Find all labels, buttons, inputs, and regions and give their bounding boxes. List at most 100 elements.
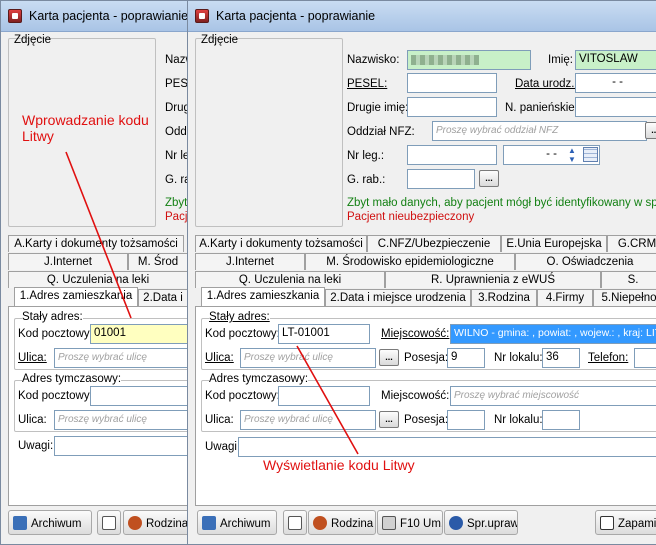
app-icon xyxy=(195,9,209,23)
posesja-tmp-input[interactable] xyxy=(447,410,485,430)
back-titlebar: Karta pacjenta - poprawianie xyxy=(1,1,189,32)
tab-ewus[interactable]: R. Uprawnienia z eWUŚ xyxy=(385,271,601,288)
miejscowosc-label-text: Miejscowość: xyxy=(381,328,450,340)
verify-icon xyxy=(449,516,463,530)
adres-tymczasowy-title: Adres tymczasowy: xyxy=(209,373,309,385)
uwagi-input[interactable] xyxy=(54,436,189,456)
tab-srodowisko[interactable]: M. Środ xyxy=(128,253,188,270)
archive-icon xyxy=(202,516,216,530)
photo-label: Zdjęcie xyxy=(14,34,52,46)
tab-internet[interactable]: J.Internet xyxy=(8,253,128,270)
tab-adres[interactable]: 1.Adres zamieszkania xyxy=(14,287,138,306)
keyboard-icon xyxy=(600,516,614,530)
tab-oswiadczenia[interactable]: O. Oświadczenia xyxy=(515,253,656,270)
warning-message: Zbyt mało danych, aby pacjent mógł być i… xyxy=(347,197,656,209)
oddzial-dropdown-button[interactable]: ... xyxy=(645,122,656,139)
rodzina-button[interactable]: Rodzina xyxy=(123,510,189,535)
g-rab-button[interactable]: ... xyxy=(479,170,499,187)
ulica-tmp-dropdown-button[interactable]: ... xyxy=(379,411,399,428)
tab-data[interactable]: 2.Data i xyxy=(138,289,188,306)
tab-firmy[interactable]: 4.Firmy xyxy=(537,289,593,306)
zapamietaj-button[interactable]: Zapami xyxy=(595,510,656,535)
archiwum-button[interactable]: Archiwum xyxy=(8,510,92,535)
nr-lokalu-tmp-input[interactable] xyxy=(542,410,580,430)
ulica-dropdown-button[interactable]: ... xyxy=(379,349,399,366)
tab-karty[interactable]: A.Karty i dokumenty tożsamości xyxy=(195,235,367,252)
tab-s[interactable]: S. xyxy=(601,271,656,288)
oddzial-label: Oddział NFZ: xyxy=(347,126,415,138)
rodzina-button[interactable]: Rodzina xyxy=(308,510,376,535)
g-rab-input[interactable] xyxy=(407,169,475,189)
ulica-input[interactable]: Proszę wybrać ulicę xyxy=(240,348,376,368)
oddzial-select[interactable]: Proszę wybrać oddział NFZ xyxy=(432,121,647,141)
miejscowosc-tmp-label: Miejscowość: xyxy=(381,390,450,402)
uwagi-label: Uwagi: xyxy=(18,440,54,452)
calendar-icon[interactable] xyxy=(583,147,598,162)
archiwum-button-label: Archiwum xyxy=(220,518,271,530)
doc-button[interactable] xyxy=(283,510,307,535)
kod-pocztowy-tmp-label: Kod pocztowy: xyxy=(205,390,280,402)
telefon-input[interactable] xyxy=(634,348,656,368)
tab-srodowisko[interactable]: M. Środowisko epidemiologiczne xyxy=(305,253,515,270)
tab-data-miejsce[interactable]: 2.Data i miejsce urodzenia xyxy=(325,289,471,306)
kod-pocztowy-tmp-input[interactable] xyxy=(278,386,370,406)
drugie-imie-label: Drugie imię: xyxy=(347,102,409,114)
ulica-label: Ulica: xyxy=(18,352,47,364)
ulica-tmp-input[interactable]: Proszę wybrać ulicę xyxy=(54,410,189,430)
n-panienskie-input[interactable] xyxy=(575,97,656,117)
ulica-input[interactable]: Proszę wybrać ulicę xyxy=(54,348,189,368)
posesja-input[interactable]: 9 xyxy=(447,348,485,368)
tab-unia[interactable]: E.Unia Europejska xyxy=(501,235,607,252)
nazwisko-input[interactable] xyxy=(407,50,531,70)
front-window-title: Karta pacjenta - poprawianie xyxy=(216,9,376,23)
pesel-label: PESEL: xyxy=(347,78,388,90)
kod-pocztowy-input[interactable]: LT-01001 xyxy=(278,324,370,344)
tab-rodzina[interactable]: 3.Rodzina xyxy=(471,289,537,306)
tab-niepelno[interactable]: 5.Niepełno xyxy=(593,289,656,306)
ulica-tmp-label: Ulica: xyxy=(205,414,234,426)
tab-internet[interactable]: J.Internet xyxy=(195,253,305,270)
contract-icon xyxy=(382,516,396,530)
tab-adres-zamieszkania[interactable]: 1.Adres zamieszkania xyxy=(201,287,325,306)
telefon-label-text: Telefon: xyxy=(588,352,629,364)
archiwum-button-label: Archiwum xyxy=(31,518,82,530)
imie-label: Imię: xyxy=(548,54,573,66)
tab-karty[interactable]: A.Karty i dokumenty tożsamości xyxy=(8,235,184,252)
kod-pocztowy-tmp-label: Kod pocztowy: xyxy=(18,390,93,402)
ulica-tmp-label: Ulica: xyxy=(18,414,47,426)
data-urodz-input[interactable]: - - xyxy=(575,73,656,93)
archiwum-button[interactable]: Archiwum xyxy=(197,510,277,535)
staly-adres-title: Stały adres: xyxy=(209,311,270,323)
ulica-tmp-input[interactable]: Proszę wybrać ulicę xyxy=(240,410,376,430)
miejscowosc-input[interactable]: WILNO - gmina: , powiat: , wojew.: , kra… xyxy=(450,324,656,344)
photo-group xyxy=(195,38,343,227)
tab-nfz[interactable]: C.NFZ/Ubezpieczenie xyxy=(367,235,501,252)
imie-input[interactable]: VITOSLAW xyxy=(575,50,656,70)
miejscowosc-tmp-input[interactable]: Proszę wybrać miejscowość xyxy=(450,386,656,406)
spin-icon[interactable]: ▲ ▼ xyxy=(568,146,578,164)
family-icon xyxy=(128,516,142,530)
drugie-imie-input[interactable] xyxy=(407,97,497,117)
back-window-body: Zdjęcie Nazwis PESE Drugie Oddzi Nr leg … xyxy=(4,32,189,544)
f10-button[interactable]: F10 Um. xyxy=(377,510,443,535)
kod-pocztowy-input[interactable]: 01001 xyxy=(90,324,189,344)
spr-upraw-button[interactable]: Spr.upraw. xyxy=(444,510,518,535)
pesel-input[interactable] xyxy=(407,73,497,93)
nr-lokalu-input[interactable]: 36 xyxy=(542,348,580,368)
nr-leg-input[interactable] xyxy=(407,145,497,165)
g-rab-label: G. rab.: xyxy=(347,174,386,186)
tab-crm[interactable]: G.CRM xyxy=(607,235,656,252)
tab-uczulenia[interactable]: Q. Uczulenia na leki xyxy=(195,271,385,288)
family-icon xyxy=(313,516,327,530)
kod-pocztowy-tmp-input[interactable] xyxy=(90,386,189,406)
warning-message: Zbyt xyxy=(165,197,188,209)
uwagi-input[interactable] xyxy=(238,437,656,457)
miejscowosc-label: Miejscowość: xyxy=(381,328,449,340)
rodzina-button-label: Rodzina xyxy=(146,518,189,530)
nr-lokalu-label: Nr lokalu: xyxy=(494,352,543,364)
back-window-title: Karta pacjenta - poprawianie xyxy=(29,9,189,23)
tab-uczulenia[interactable]: Q. Uczulenia na leki xyxy=(8,271,188,288)
front-window: Karta pacjenta - poprawianie Zdjęcie Naz… xyxy=(187,0,656,545)
uwagi-label: Uwagi: xyxy=(205,441,241,453)
doc-button[interactable] xyxy=(97,510,121,535)
